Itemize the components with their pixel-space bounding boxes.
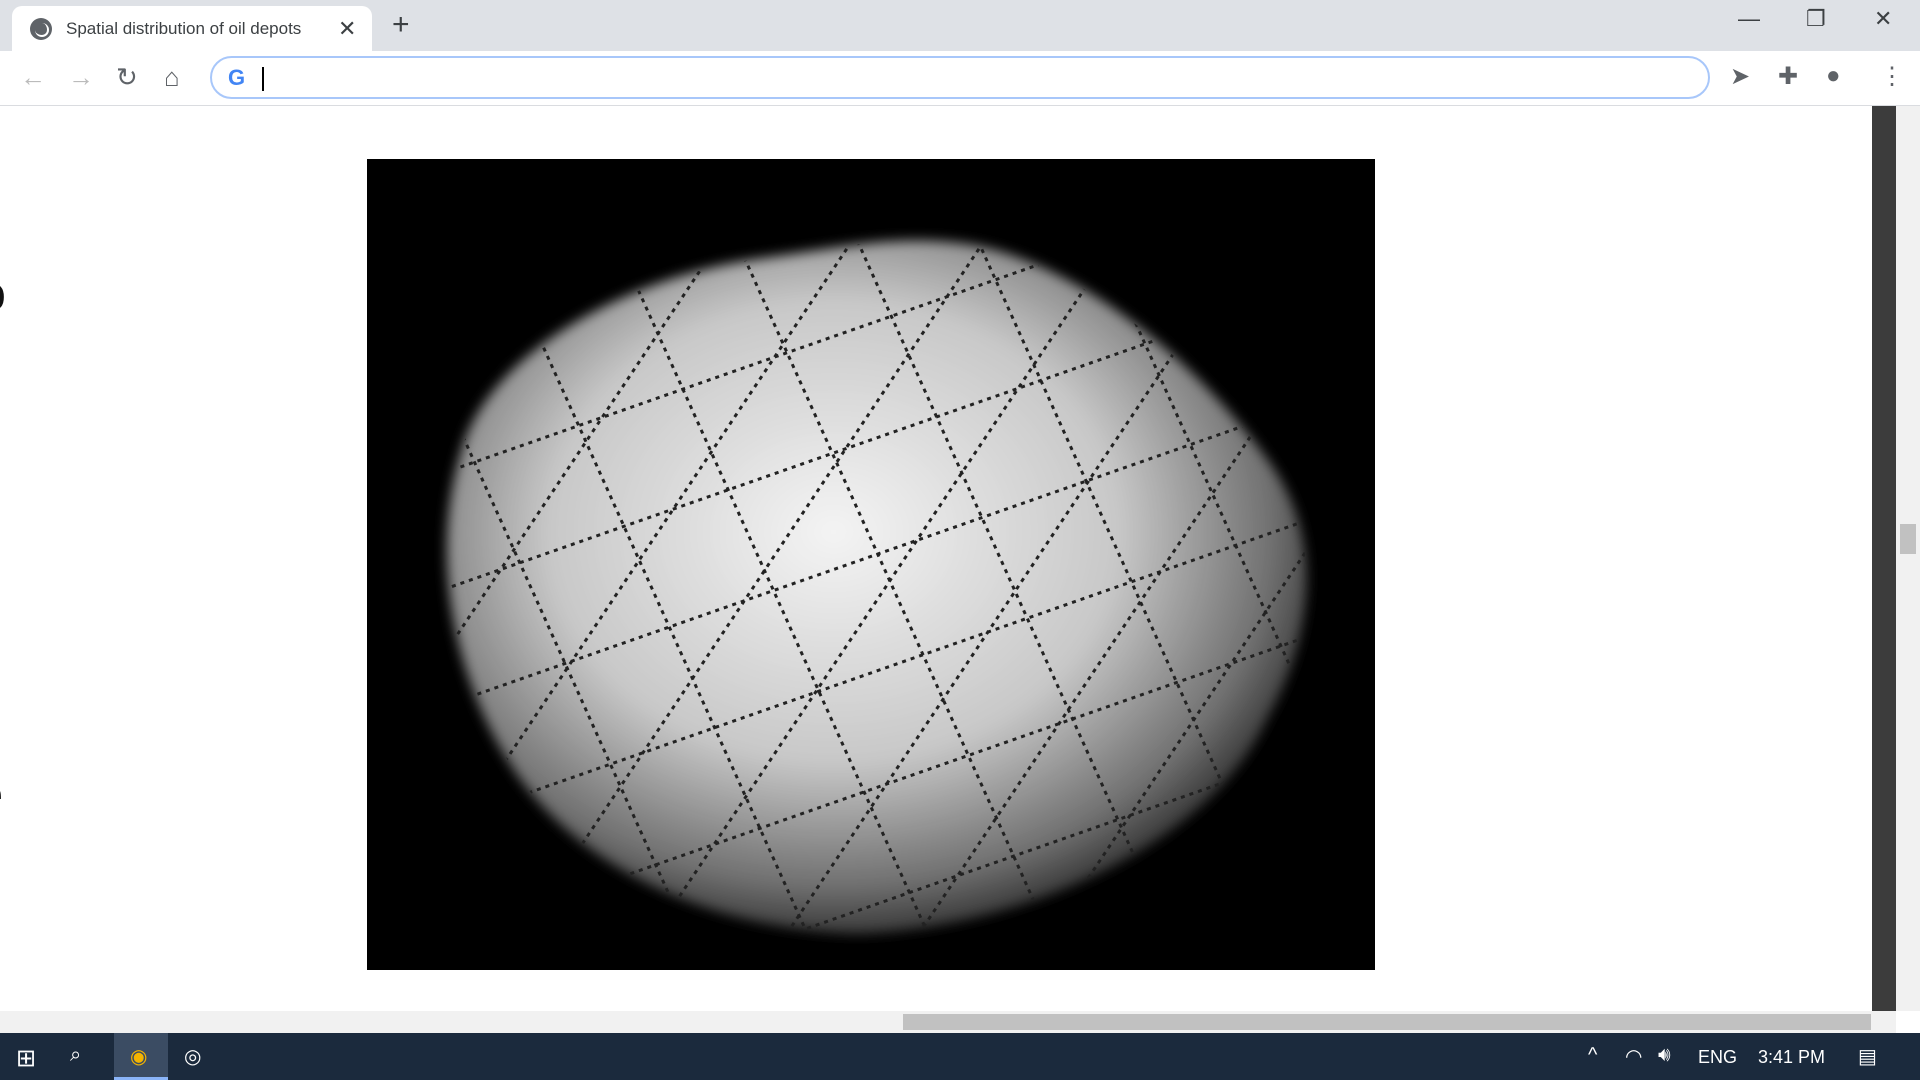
mesh-edge bbox=[446, 240, 512, 375]
mesh-edge bbox=[446, 240, 676, 269]
text-caret bbox=[262, 67, 264, 91]
tab-strip: Spatial distribution of oil depots ✕ + —… bbox=[0, 0, 1920, 51]
chrome-taskbar-button[interactable]: ◉ bbox=[114, 1033, 168, 1080]
language-indicator[interactable]: ENG bbox=[1698, 1047, 1737, 1068]
vertical-scrollbar[interactable] bbox=[1896, 106, 1920, 1011]
extension-cursor-icon[interactable]: ➤ bbox=[1730, 62, 1750, 91]
new-tab-button[interactable]: + bbox=[392, 8, 410, 42]
taskbar: ⊞ ⌕ ◉ ◎ ^ ◠ 🔊︎ ENG 3:41 PM ▤ bbox=[0, 1033, 1920, 1080]
globe-icon bbox=[30, 17, 52, 40]
text-fragment: e bbox=[0, 766, 3, 822]
volume-icon[interactable]: 🔊︎ bbox=[1658, 1044, 1671, 1067]
tab-title: Spatial distribution of oil depots bbox=[66, 18, 302, 38]
horizontal-scrollbar[interactable] bbox=[0, 1011, 1896, 1033]
extensions-puzzle-icon[interactable]: ✚ bbox=[1778, 62, 1798, 91]
tray-chevron-icon[interactable]: ^ bbox=[1588, 1044, 1597, 1067]
close-tab-icon[interactable]: ✕ bbox=[338, 16, 356, 42]
search-icon[interactable]: ⌕ bbox=[70, 1044, 81, 1067]
menu-kebab-icon[interactable]: ⋮ bbox=[1880, 62, 1904, 91]
surface-blob bbox=[446, 240, 1307, 934]
horizontal-scroll-thumb[interactable] bbox=[903, 1014, 1871, 1030]
forward-button[interactable]: → bbox=[68, 62, 94, 93]
browser-tab[interactable]: Spatial distribution of oil depots ✕ bbox=[12, 6, 372, 51]
close-window-button[interactable]: ✕ bbox=[1874, 6, 1892, 32]
page-edge bbox=[1872, 106, 1896, 1011]
restore-button[interactable]: ❐ bbox=[1806, 6, 1826, 32]
google-g-icon: G bbox=[228, 65, 246, 90]
back-button[interactable]: ← bbox=[20, 62, 46, 93]
chrome-icon: ◉ bbox=[130, 1046, 148, 1068]
notifications-icon[interactable]: ▤ bbox=[1858, 1044, 1877, 1069]
mesh-edge bbox=[1354, 963, 1375, 970]
mesh-edge bbox=[1290, 843, 1307, 934]
reload-button[interactable]: ↻ bbox=[116, 62, 138, 93]
mesh-figure bbox=[367, 159, 1375, 970]
mesh-edge bbox=[446, 758, 464, 934]
mesh-edge bbox=[1301, 240, 1307, 320]
windows-start-icon[interactable]: ⊞ bbox=[16, 1044, 36, 1073]
clock[interactable]: 3:41 PM bbox=[1758, 1047, 1825, 1068]
text-fragment: o bbox=[0, 264, 6, 320]
network-icon[interactable]: ◠ bbox=[1625, 1044, 1642, 1069]
minimize-button[interactable]: — bbox=[1738, 6, 1760, 32]
mesh-surface-image bbox=[367, 159, 1375, 970]
app-disc-icon[interactable]: ◎ bbox=[184, 1044, 201, 1069]
browser-toolbar: ← → ↻ ⌂ G ➤ ✚ ● ⋮ bbox=[0, 51, 1920, 106]
address-bar[interactable]: G bbox=[210, 56, 1710, 99]
vertical-scroll-thumb[interactable] bbox=[1900, 524, 1916, 554]
mesh-edge bbox=[367, 159, 378, 175]
page-content: llolll,)efrs bbox=[0, 106, 1872, 1011]
home-button[interactable]: ⌂ bbox=[164, 62, 180, 93]
profile-avatar-icon[interactable]: ● bbox=[1826, 62, 1841, 90]
